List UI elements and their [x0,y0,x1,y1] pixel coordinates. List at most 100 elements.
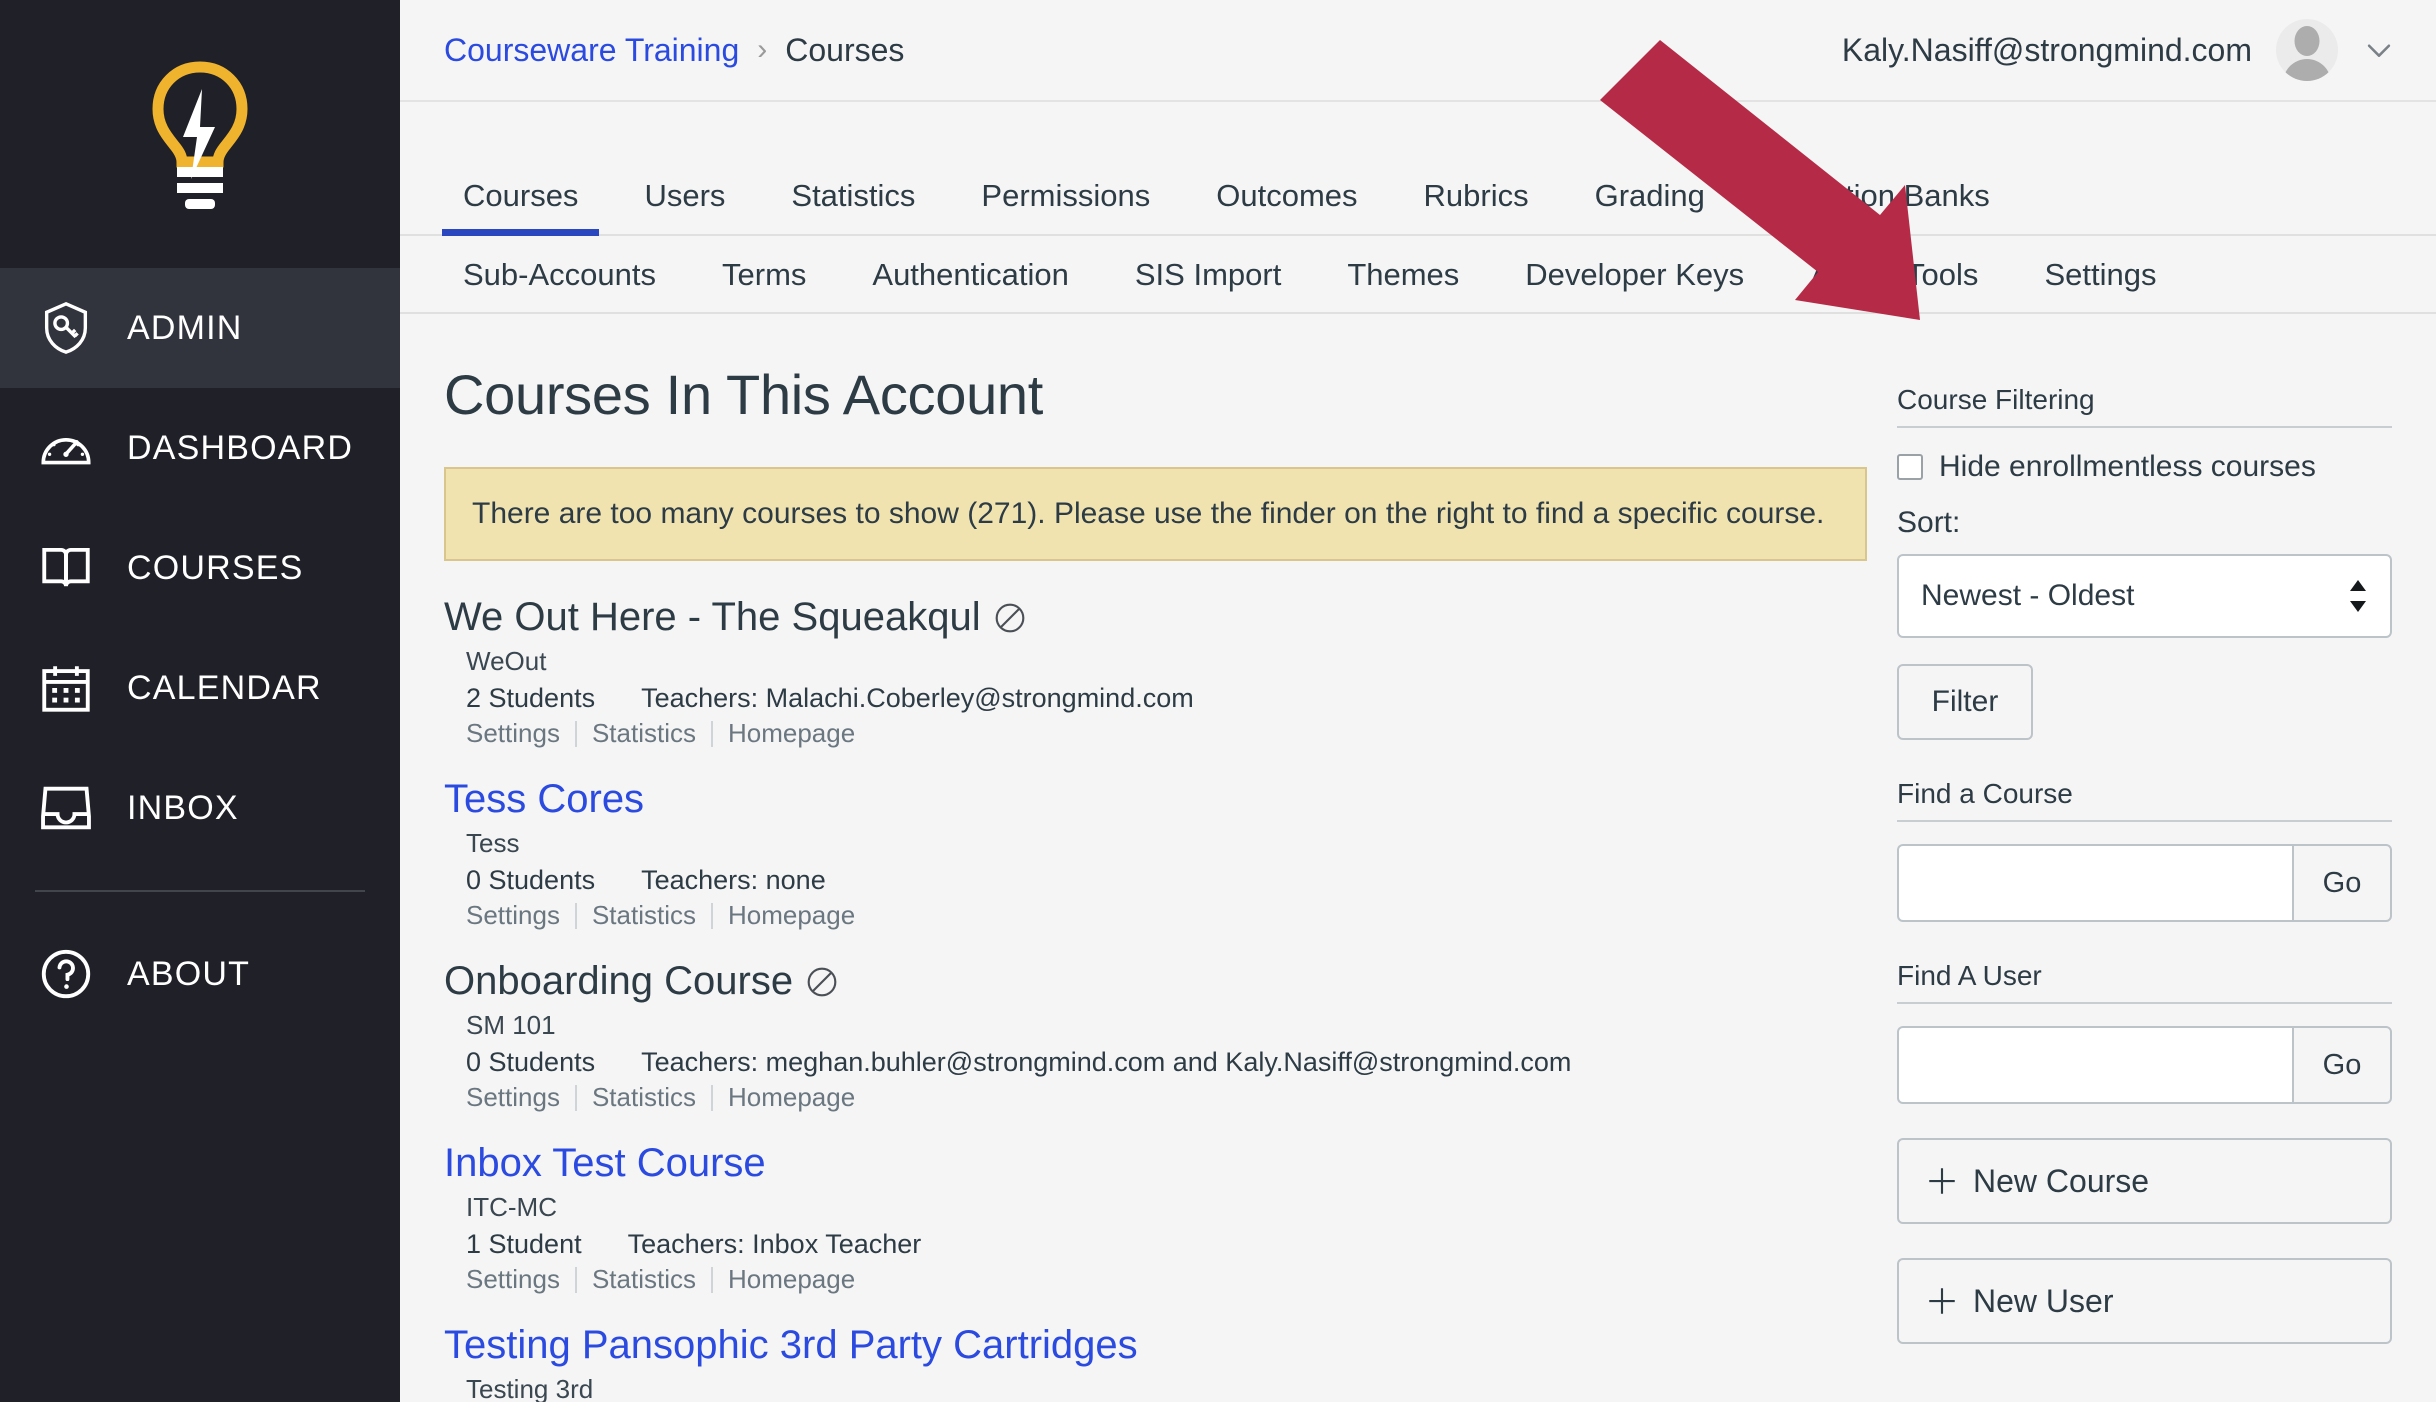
new-user-button[interactable]: New User [1897,1258,2392,1344]
course-title-text: Onboarding Course [444,959,794,1003]
tab-grading[interactable]: Grading [1562,178,1738,236]
tab-terms[interactable]: Terms [689,257,839,293]
find-a-user-input[interactable] [1897,1026,2292,1104]
tab-courses[interactable]: Courses [430,178,611,236]
course-homepage-link[interactable]: Homepage [713,718,870,749]
brand-logo[interactable] [0,0,400,268]
course-actions: Settings Statistics Homepage [466,1082,1867,1113]
course-student-count: 2 Students [466,683,596,713]
course-settings-link[interactable]: Settings [466,1082,575,1113]
breadcrumb-separator: › [757,33,768,66]
tab-outcomes[interactable]: Outcomes [1183,178,1390,236]
filter-button[interactable]: Filter [1897,664,2033,740]
sidebar-item-about[interactable]: ABOUT [0,914,400,1034]
sidebar-item-inbox[interactable]: INBOX [0,748,400,868]
tab-settings[interactable]: Settings [2011,257,2189,293]
course-statistics-link[interactable]: Statistics [577,1082,711,1113]
course-settings-link[interactable]: Settings [466,718,575,749]
course-statistics-link[interactable]: Statistics [577,900,711,931]
course-details: ITC-MC 1 Student Teachers: Inbox Teacher… [444,1192,1867,1295]
tab-themes[interactable]: Themes [1314,257,1492,293]
sidebar-item-label: ABOUT [127,954,251,993]
course-homepage-link[interactable]: Homepage [713,1264,870,1295]
no-entry-icon [807,967,837,996]
course-homepage-link[interactable]: Homepage [713,900,870,931]
tab-developer-keys[interactable]: Developer Keys [1492,257,1777,293]
shield-key-icon [35,297,97,359]
find-a-course-input[interactable] [1897,844,2292,922]
course-teachers: Teachers: Inbox Teacher [627,1229,922,1259]
course-title[interactable]: Testing Pansophic 3rd Party Cartridges [444,1323,1867,1368]
course-statistics-link[interactable]: Statistics [577,718,711,749]
course-title-text: Inbox Test Course [444,1141,766,1185]
course-list-item: Inbox Test Course ITC-MC 1 Student Teach… [444,1141,1867,1295]
tab-rubrics[interactable]: Rubrics [1391,178,1562,236]
find-a-user-row: Go [1897,1026,2392,1104]
page-title: Courses In This Account [444,363,1044,426]
course-title-text: Testing Pansophic 3rd Party Cartridges [444,1323,1138,1367]
tab-authentication[interactable]: Authentication [839,257,1101,293]
course-title-text: Tess Cores [444,777,645,821]
sidebar-divider [35,890,365,892]
new-course-button[interactable]: New Course [1897,1138,2392,1224]
chevron-down-icon[interactable] [2362,33,2396,67]
course-filter-sidebar: Course Filtering Hide enrollmentless cou… [1897,362,2392,1402]
sort-select[interactable]: Newest - Oldest [1897,554,2392,638]
find-a-course-row: Go [1897,844,2392,922]
find-a-course-go-button[interactable]: Go [2292,844,2392,922]
breadcrumb-root-link[interactable]: Courseware Training [444,32,739,69]
user-avatar-icon[interactable] [2276,19,2338,81]
new-course-label: New Course [1973,1162,2150,1199]
course-settings-link[interactable]: Settings [466,900,575,931]
sidebar-item-courses[interactable]: COURSES [0,508,400,628]
find-a-course-title: Find a Course [1897,778,2392,822]
tab-admin-tools[interactable]: Admin Tools [1777,257,2011,293]
hide-enrollmentless-checkbox[interactable] [1897,454,1923,480]
course-code: ITC-MC [466,1192,557,1222]
course-student-count: 1 Student [466,1229,582,1259]
course-meta: 0 Students Teachers: meghan.buhler@stron… [466,1047,1867,1078]
course-title-text: We Out Here - The Squeakqul [444,595,981,639]
secondary-tab-bar: Sub-Accounts Terms Authentication SIS Im… [400,236,2436,314]
sidebar-item-label: DASHBOARD [127,428,354,467]
find-a-user-title: Find A User [1897,960,2392,1004]
top-bar: Courseware Training › Courses Kaly.Nasif… [400,0,2436,102]
tab-sis-import[interactable]: SIS Import [1102,257,1314,293]
course-homepage-link[interactable]: Homepage [713,1082,870,1113]
question-circle-icon [35,943,97,1005]
sidebar-item-label: ADMIN [127,308,243,347]
course-settings-link[interactable]: Settings [466,1264,575,1295]
course-meta: 0 Students Teachers: none [466,865,1867,896]
course-student-count: 0 Students [466,1047,596,1077]
course-details: Testing 3rd 0 Students Teachers: Adam.Mo… [444,1374,1867,1402]
course-title[interactable]: We Out Here - The Squeakqul [444,595,1867,640]
hide-enrollmentless-row[interactable]: Hide enrollmentless courses [1897,450,2392,484]
tab-statistics[interactable]: Statistics [758,178,948,236]
user-menu[interactable]: Kaly.Nasiff@strongmind.com [1842,19,2396,81]
sidebar-item-calendar[interactable]: CALENDAR [0,628,400,748]
tab-question-banks[interactable]: Question Banks [1738,178,2023,236]
course-title[interactable]: Tess Cores [444,777,1867,822]
course-actions: Settings Statistics Homepage [466,718,1867,749]
sidebar-item-label: INBOX [127,788,239,827]
course-code: Testing 3rd [466,1374,594,1402]
plus-icon [1929,1288,1955,1314]
sidebar-item-dashboard[interactable]: DASHBOARD [0,388,400,508]
course-statistics-link[interactable]: Statistics [577,1264,711,1295]
global-navigation-sidebar: ADMIN DASHBOARD COURSES CALENDAR INBOX A… [0,0,462,1402]
main-region: Courseware Training › Courses Kaly.Nasif… [400,0,2436,1402]
course-details: WeOut 2 Students Teachers: Malachi.Cober… [444,646,1867,749]
tab-sub-accounts[interactable]: Sub-Accounts [430,257,689,293]
tab-permissions[interactable]: Permissions [948,178,1183,236]
find-a-course-block: Find a Course Go [1897,778,2392,922]
course-title[interactable]: Inbox Test Course [444,1141,1867,1186]
course-filtering-title: Course Filtering [1897,384,2392,428]
course-title[interactable]: Onboarding Course [444,959,1867,1004]
course-details: SM 101 0 Students Teachers: meghan.buhle… [444,1010,1867,1113]
find-a-user-go-button[interactable]: Go [2292,1026,2392,1104]
sidebar-item-admin[interactable]: ADMIN [0,268,400,388]
courses-column: Courses In This Account There are too ma… [444,362,1867,1402]
tab-users[interactable]: Users [611,178,758,236]
find-a-user-block: Find A User Go [1897,960,2392,1104]
plus-icon [1929,1168,1955,1194]
